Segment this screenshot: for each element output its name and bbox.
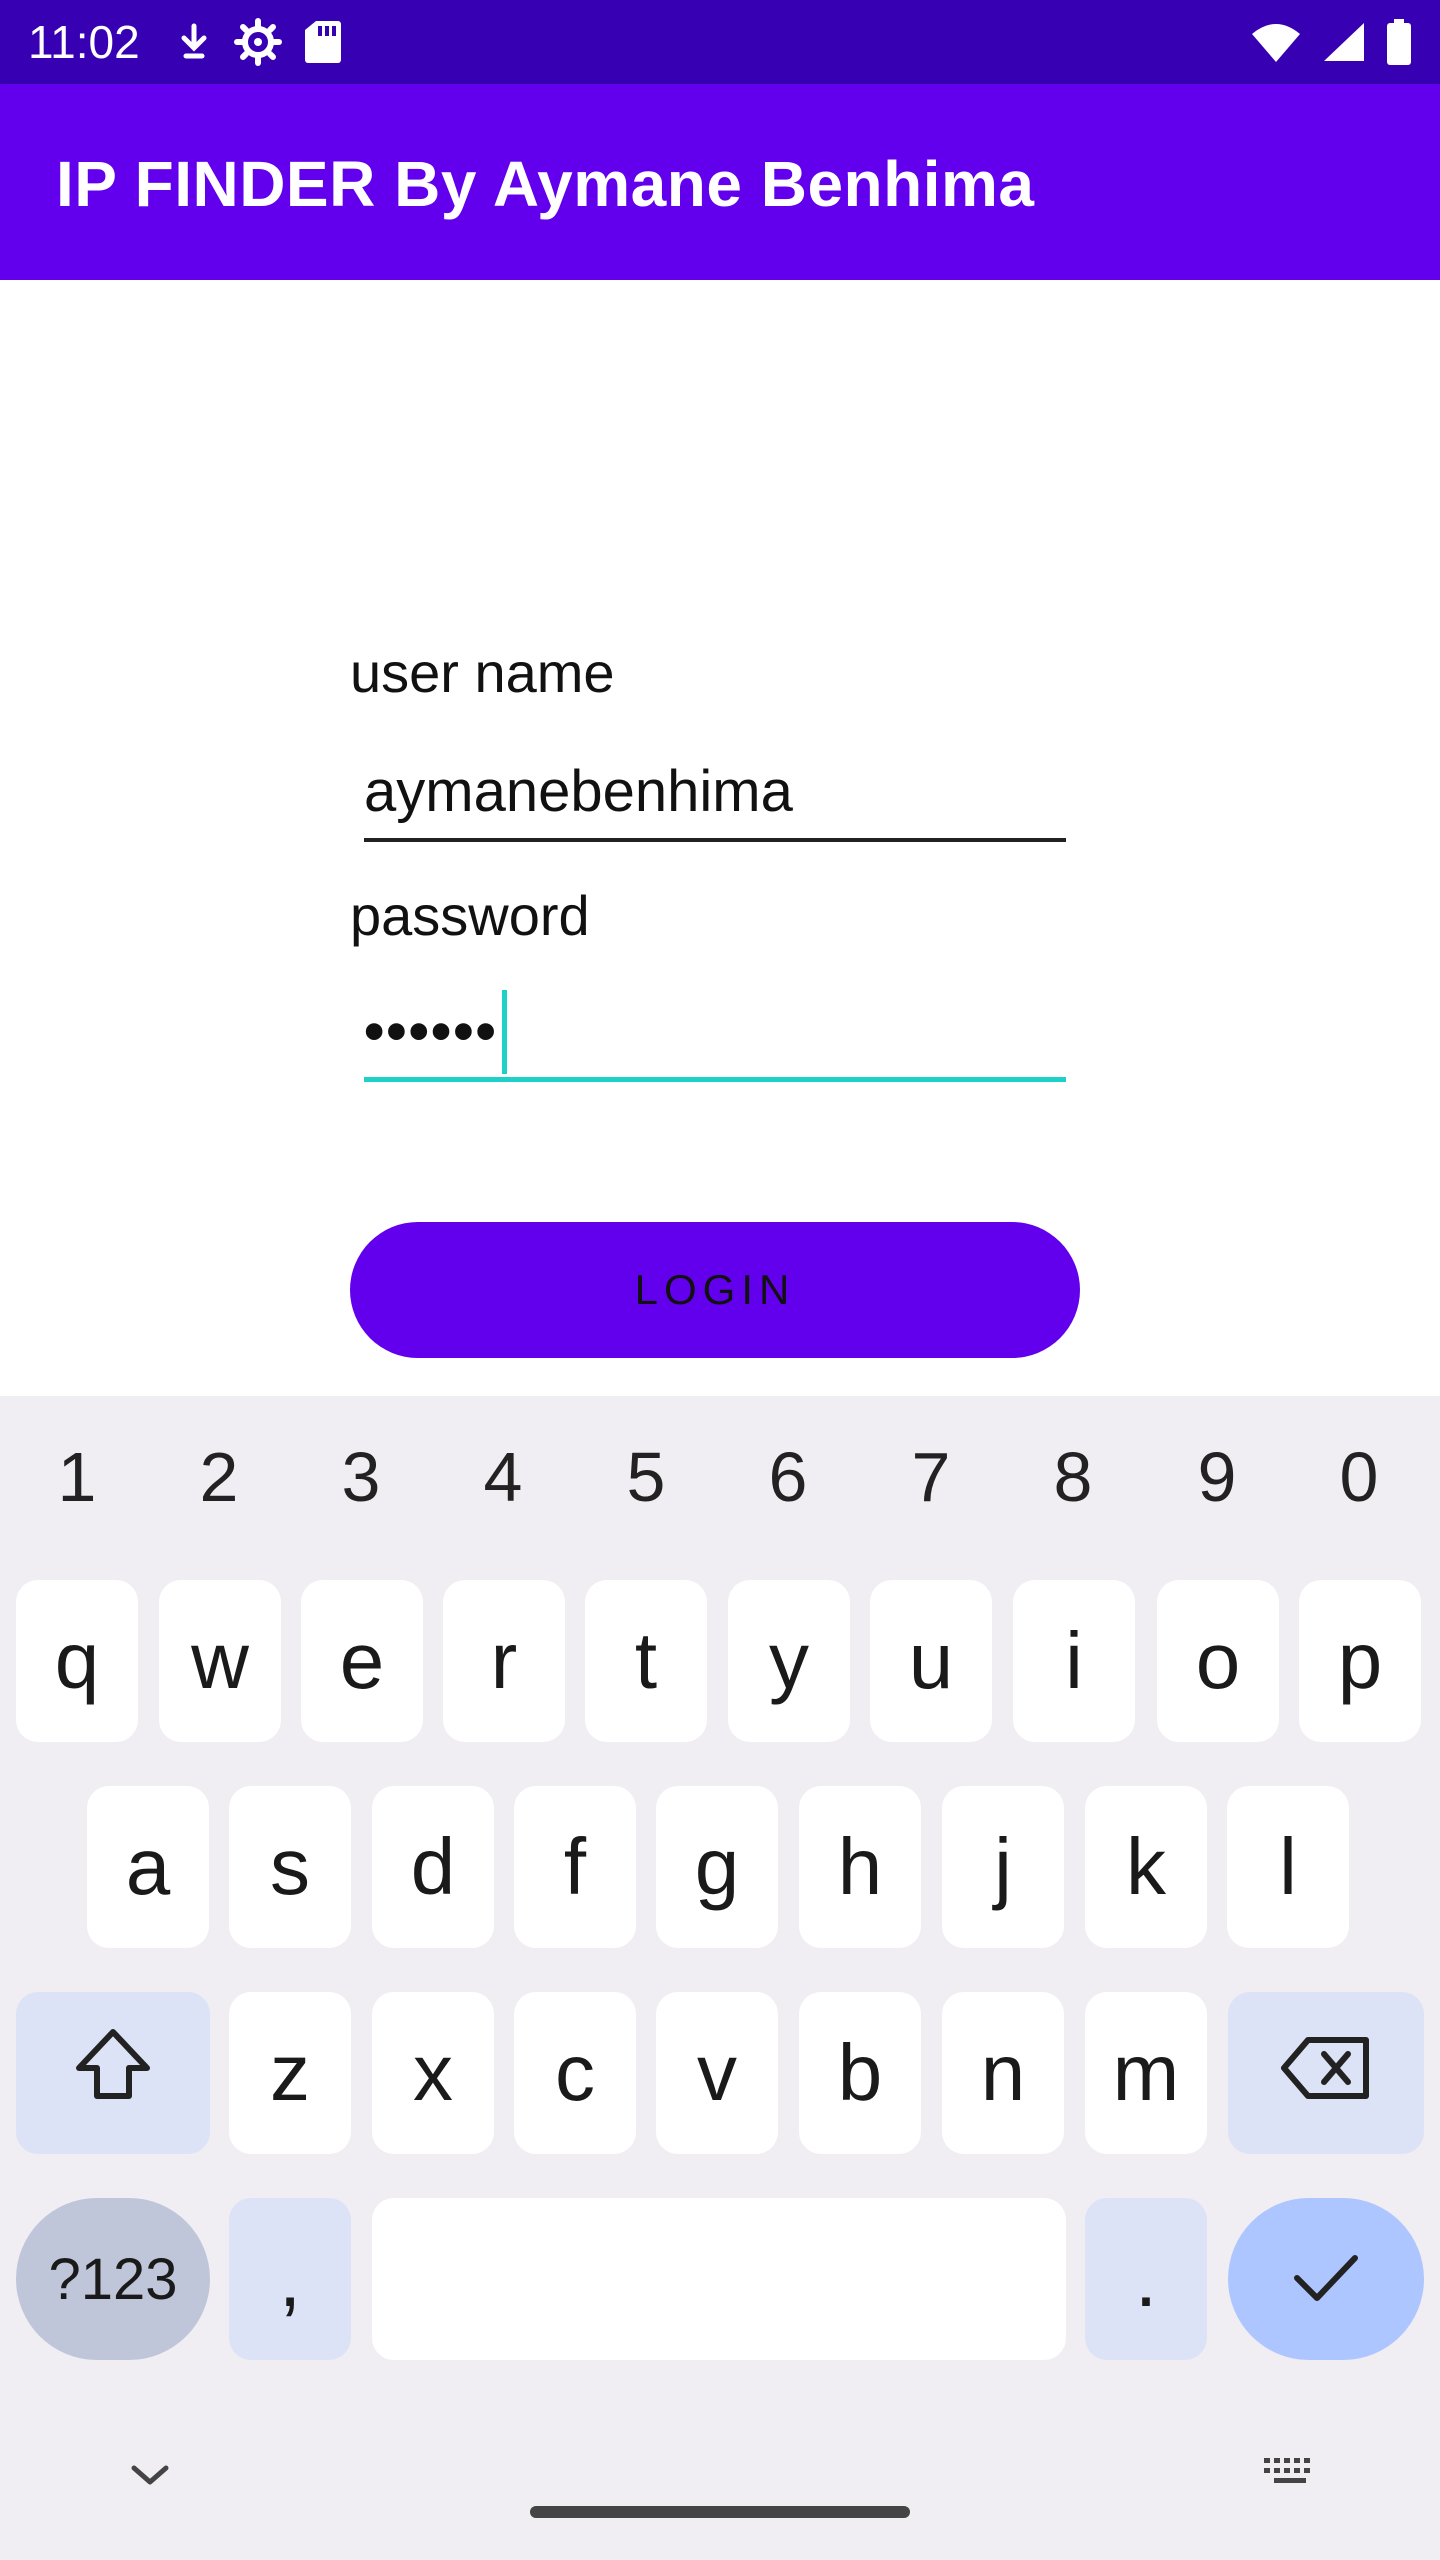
space-key[interactable] — [372, 2198, 1066, 2360]
check-icon — [1291, 2233, 1361, 2325]
key-j[interactable]: j — [942, 1786, 1064, 1948]
key-r[interactable]: r — [443, 1580, 565, 1742]
password-value: •••••• — [364, 999, 498, 1064]
status-icons-left — [176, 18, 342, 66]
key-3[interactable]: 3 — [290, 1432, 432, 1522]
key-8[interactable]: 8 — [1002, 1432, 1144, 1522]
keyboard-nav-bar — [0, 2420, 1440, 2560]
password-label: password — [350, 884, 590, 947]
keyboard-icon[interactable] — [1260, 2454, 1320, 2499]
soft-keyboard: 1 2 3 4 5 6 7 8 9 0 q w e r t y u i o p … — [0, 1396, 1440, 2560]
key-w[interactable]: w — [159, 1580, 281, 1742]
login-form: user name aymanebenhima password •••••• … — [0, 280, 1440, 1396]
wifi-icon — [1250, 22, 1302, 62]
key-c[interactable]: c — [514, 1992, 636, 2154]
key-6[interactable]: 6 — [717, 1432, 859, 1522]
username-field[interactable]: aymanebenhima — [364, 750, 1066, 842]
key-2[interactable]: 2 — [148, 1432, 290, 1522]
key-a[interactable]: a — [87, 1786, 209, 1948]
key-0[interactable]: 0 — [1288, 1432, 1430, 1522]
key-o[interactable]: o — [1157, 1580, 1279, 1742]
key-i[interactable]: i — [1013, 1580, 1135, 1742]
key-s[interactable]: s — [229, 1786, 351, 1948]
key-5[interactable]: 5 — [575, 1432, 717, 1522]
key-y[interactable]: y — [728, 1580, 850, 1742]
key-n[interactable]: n — [942, 1992, 1064, 2154]
key-v[interactable]: v — [656, 1992, 778, 2154]
backspace-icon — [1280, 2027, 1372, 2119]
status-bar: 11:02 — [0, 0, 1440, 84]
battery-icon — [1386, 19, 1412, 65]
key-p[interactable]: p — [1299, 1580, 1421, 1742]
signal-icon — [1322, 21, 1366, 63]
symbols-key[interactable]: ?123 — [16, 2198, 210, 2360]
key-k[interactable]: k — [1085, 1786, 1207, 1948]
key-1[interactable]: 1 — [6, 1432, 148, 1522]
download-icon — [176, 22, 212, 62]
key-l[interactable]: l — [1227, 1786, 1349, 1948]
shift-icon — [73, 2026, 153, 2121]
done-key[interactable] — [1228, 2198, 1424, 2360]
key-m[interactable]: m — [1085, 1992, 1207, 2154]
number-row: 1 2 3 4 5 6 7 8 9 0 — [0, 1432, 1440, 1522]
chevron-down-icon[interactable] — [120, 2456, 180, 2501]
username-label: user name — [350, 641, 615, 704]
key-g[interactable]: g — [656, 1786, 778, 1948]
password-field[interactable]: •••••• — [364, 990, 1066, 1082]
key-b[interactable]: b — [799, 1992, 921, 2154]
key-t[interactable]: t — [585, 1580, 707, 1742]
shift-key[interactable] — [16, 1992, 210, 2154]
status-icons-right — [1250, 18, 1412, 66]
login-button[interactable]: LOGIN — [350, 1222, 1080, 1358]
backspace-key[interactable] — [1228, 1992, 1424, 2154]
key-4[interactable]: 4 — [432, 1432, 574, 1522]
key-q[interactable]: q — [16, 1580, 138, 1742]
key-d[interactable]: d — [372, 1786, 494, 1948]
comma-key[interactable]: , — [229, 2198, 351, 2360]
key-9[interactable]: 9 — [1146, 1432, 1288, 1522]
key-7[interactable]: 7 — [860, 1432, 1002, 1522]
key-u[interactable]: u — [870, 1580, 992, 1742]
home-indicator[interactable] — [530, 2506, 910, 2518]
sd-card-icon — [304, 19, 342, 65]
app-title: IP FINDER By Aymane Benhima — [56, 148, 1035, 220]
key-h[interactable]: h — [799, 1786, 921, 1948]
key-f[interactable]: f — [514, 1786, 636, 1948]
app-bar: IP FINDER By Aymane Benhima — [0, 84, 1440, 280]
period-key[interactable]: . — [1085, 2198, 1207, 2360]
username-value: aymanebenhima — [364, 759, 793, 824]
status-time: 11:02 — [28, 16, 140, 68]
settings-icon — [234, 18, 282, 66]
key-z[interactable]: z — [229, 1992, 351, 2154]
key-x[interactable]: x — [372, 1992, 494, 2154]
key-e[interactable]: e — [301, 1580, 423, 1742]
text-cursor — [501, 990, 507, 1074]
